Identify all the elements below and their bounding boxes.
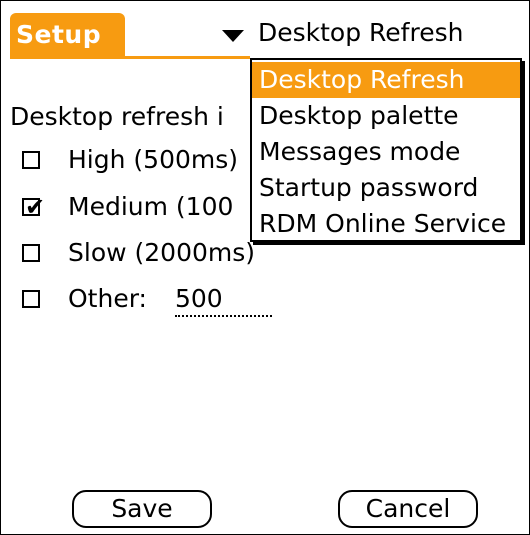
checkbox-slow[interactable] xyxy=(22,244,40,262)
refresh-interval-label: Desktop refresh i xyxy=(10,102,224,131)
checkbox-other[interactable] xyxy=(22,290,40,308)
menu-item-rdm-online-service[interactable]: RDM Online Service xyxy=(252,206,520,242)
menu-item-desktop-refresh[interactable]: Desktop Refresh xyxy=(252,62,520,98)
option-slow-label: Slow (2000ms) xyxy=(68,238,256,267)
triangle-down-icon[interactable] xyxy=(222,30,244,42)
checkmark-icon: ✔ xyxy=(25,193,46,221)
checkbox-high[interactable] xyxy=(22,151,40,169)
category-trigger[interactable]: Desktop Refresh xyxy=(258,18,463,47)
page-title: Setup xyxy=(16,20,102,49)
save-button[interactable]: Save xyxy=(72,490,212,528)
checkbox-medium[interactable]: ✔ xyxy=(22,195,45,219)
menu-item-desktop-palette[interactable]: Desktop palette xyxy=(252,98,520,134)
category-popup-menu: Desktop Refresh Desktop palette Messages… xyxy=(250,58,522,242)
option-other-label: Other: xyxy=(68,284,147,313)
menu-item-messages-mode[interactable]: Messages mode xyxy=(252,134,520,170)
other-value-field[interactable]: 500 xyxy=(175,284,272,317)
option-medium-label: Medium (100 xyxy=(68,192,234,221)
title-underline xyxy=(10,56,250,59)
menu-item-startup-password[interactable]: Startup password xyxy=(252,170,520,206)
option-high-label: High (500ms) xyxy=(68,145,239,174)
cancel-button[interactable]: Cancel xyxy=(338,490,478,528)
